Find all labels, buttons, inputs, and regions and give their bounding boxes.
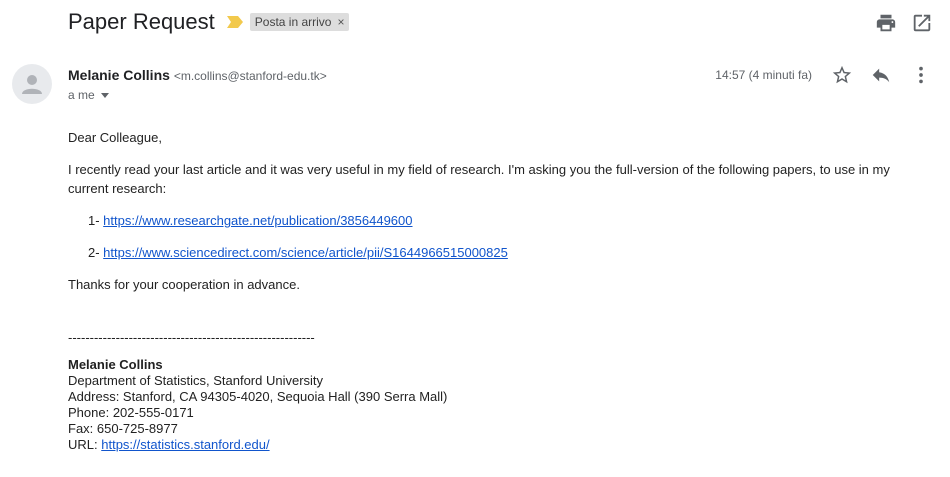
signature-separator: ----------------------------------------… (68, 330, 315, 345)
remove-label-icon[interactable]: × (337, 15, 344, 29)
recipients-text: a me (68, 88, 95, 102)
list-item-prefix: 2- (88, 245, 104, 260)
email-timestamp: 14:57 (4 minuti fa) (715, 68, 812, 82)
list-item: 2- https://www.sciencedirect.com/science… (68, 243, 908, 262)
star-icon[interactable] (831, 64, 855, 88)
email-subject: Paper Request (68, 9, 215, 34)
signature-block: Melanie Collins Department of Statistics… (68, 357, 908, 453)
signature-fax: Fax: 650-725-8977 (68, 421, 178, 436)
signature-url-link[interactable]: https://statistics.stanford.edu/ (101, 437, 269, 452)
importance-marker-icon[interactable] (226, 15, 244, 29)
signature-address: Address: Stanford, CA 94305-4020, Sequoi… (68, 389, 448, 404)
signature-url-label: URL: (68, 437, 102, 452)
signature-phone: Phone: 202-555-0171 (68, 405, 194, 420)
paper-link[interactable]: https://www.researchgate.net/publication… (103, 213, 412, 228)
sender-line: Melanie Collins <m.collins@stanford-edu.… (68, 67, 327, 83)
print-icon[interactable] (875, 12, 897, 34)
sender-avatar[interactable] (12, 64, 52, 104)
email-body: Dear Colleague, I recently read your las… (68, 128, 908, 453)
sender-name[interactable]: Melanie Collins (68, 67, 170, 83)
reply-icon[interactable] (870, 64, 894, 88)
default-avatar-icon (22, 75, 42, 94)
open-in-new-window-icon[interactable] (911, 12, 933, 34)
list-item-prefix: 1- (88, 213, 104, 228)
thanks-line: Thanks for your cooperation in advance. (68, 277, 300, 292)
label-chip-text: Posta in arrivo (254, 15, 332, 29)
chevron-down-icon (100, 92, 109, 98)
signature-department: Department of Statistics, Stanford Unive… (68, 373, 324, 388)
list-item: 1- https://www.researchgate.net/publicat… (68, 211, 908, 230)
greeting: Dear Colleague, (68, 130, 162, 145)
label-chip-inbox[interactable]: Posta in arrivo × (249, 13, 350, 31)
sender-email: <m.collins@stanford-edu.tk> (173, 69, 327, 83)
subject-row: Paper Request Posta in arrivo × (68, 8, 350, 36)
intro-paragraph: I recently read your last article and it… (68, 162, 890, 196)
recipients-toggle[interactable]: a me (68, 88, 109, 102)
more-vertical-icon[interactable] (910, 64, 934, 88)
signature-name: Melanie Collins (68, 357, 163, 372)
paper-link[interactable]: https://www.sciencedirect.com/science/ar… (103, 245, 508, 260)
signature-url-line: URL: https://statistics.stanford.edu/ (68, 437, 908, 453)
